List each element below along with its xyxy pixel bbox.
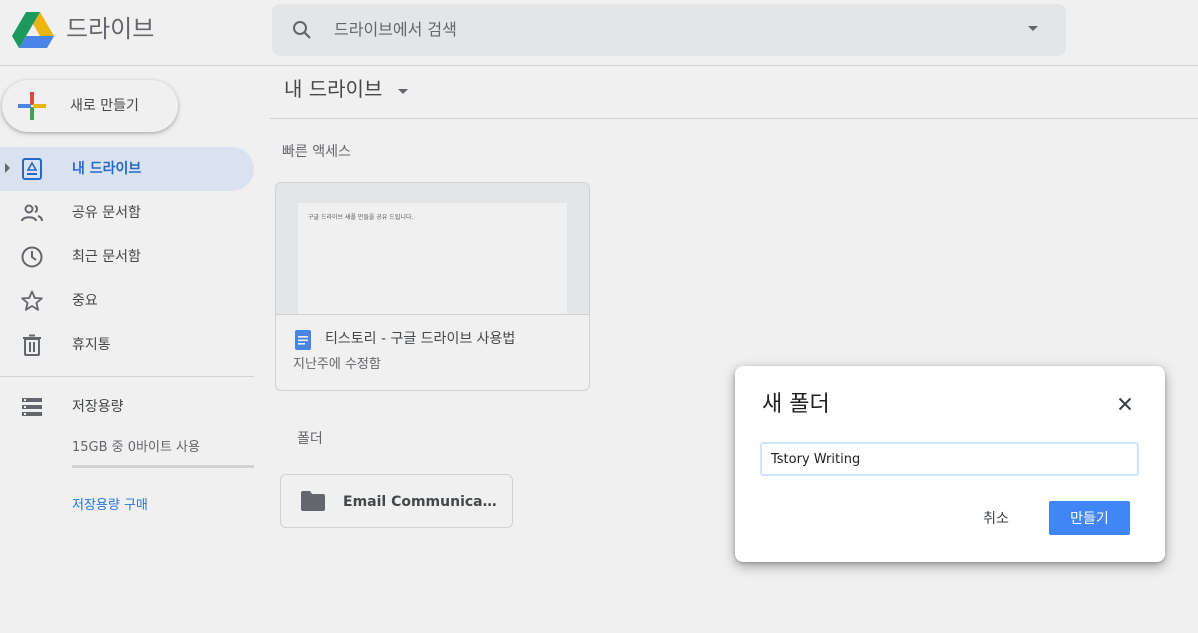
dialog-title: 새 폴더 [762,392,830,417]
close-icon[interactable] [1115,394,1135,414]
new-folder-dialog: 새 폴더 취소 만들기 [735,366,1165,562]
create-button[interactable]: 만들기 [1049,501,1130,535]
folder-name-input[interactable] [760,442,1139,476]
cancel-button[interactable]: 취소 [967,501,1025,535]
